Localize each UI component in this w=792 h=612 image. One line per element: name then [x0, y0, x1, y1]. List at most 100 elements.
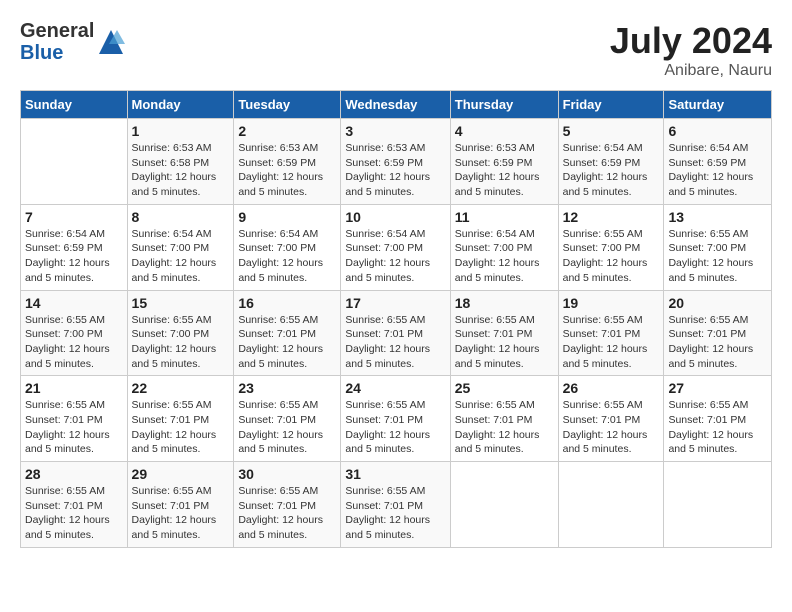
day-number: 26 — [563, 380, 660, 396]
day-info: Sunrise: 6:55 AM Sunset: 7:01 PM Dayligh… — [132, 484, 230, 543]
day-number: 19 — [563, 295, 660, 311]
calendar-cell — [21, 119, 128, 205]
month-year-title: July 2024 — [610, 20, 772, 62]
day-info: Sunrise: 6:55 AM Sunset: 7:01 PM Dayligh… — [668, 398, 767, 457]
column-header-saturday: Saturday — [664, 91, 772, 119]
calendar-cell: 25 Sunrise: 6:55 AM Sunset: 7:01 PM Dayli… — [450, 376, 558, 462]
day-info: Sunrise: 6:55 AM Sunset: 7:01 PM Dayligh… — [563, 313, 660, 372]
calendar-cell: 28 Sunrise: 6:55 AM Sunset: 7:01 PM Dayli… — [21, 462, 128, 548]
calendar-cell: 22Sunrise: 6:55 AM Sunset: 7:01 PM Dayli… — [127, 376, 234, 462]
calendar-cell: 27 Sunrise: 6:55 AM Sunset: 7:01 PM Dayli… — [664, 376, 772, 462]
calendar-table: SundayMondayTuesdayWednesdayThursdayFrid… — [20, 90, 772, 548]
day-number: 17 — [345, 295, 445, 311]
day-info: Sunrise: 6:53 AM Sunset: 6:58 PM Dayligh… — [132, 141, 230, 200]
day-number: 15 — [132, 295, 230, 311]
day-info: Sunrise: 6:54 AM Sunset: 7:00 PM Dayligh… — [132, 227, 230, 286]
calendar-cell — [558, 462, 664, 548]
calendar-cell: 29 Sunrise: 6:55 AM Sunset: 7:01 PM Dayli… — [127, 462, 234, 548]
day-info: Sunrise: 6:55 AM Sunset: 7:01 PM Dayligh… — [238, 484, 336, 543]
day-number: 28 — [25, 466, 123, 482]
day-number: 12 — [563, 209, 660, 225]
title-block: July 2024 Anibare, Nauru — [610, 20, 772, 80]
day-number: 25 — [455, 380, 554, 396]
day-info: Sunrise: 6:54 AM Sunset: 7:00 PM Dayligh… — [345, 227, 445, 286]
day-number: 16 — [238, 295, 336, 311]
calendar-cell: 23 Sunrise: 6:55 AM Sunset: 7:01 PM Dayli… — [234, 376, 341, 462]
calendar-cell: 1Sunrise: 6:53 AM Sunset: 6:58 PM Daylig… — [127, 119, 234, 205]
day-info: Sunrise: 6:55 AM Sunset: 7:01 PM Dayligh… — [132, 398, 230, 457]
day-number: 21 — [25, 380, 123, 396]
day-info: Sunrise: 6:55 AM Sunset: 7:01 PM Dayligh… — [345, 484, 445, 543]
calendar-cell: 24Sunrise: 6:55 AM Sunset: 7:01 PM Dayli… — [341, 376, 450, 462]
calendar-week-row: 28 Sunrise: 6:55 AM Sunset: 7:01 PM Dayli… — [21, 462, 772, 548]
calendar-cell: 12 Sunrise: 6:55 AM Sunset: 7:00 PM Dayli… — [558, 204, 664, 290]
calendar-cell: 3Sunrise: 6:53 AM Sunset: 6:59 PM Daylig… — [341, 119, 450, 205]
calendar-cell: 8 Sunrise: 6:54 AM Sunset: 7:00 PM Daylig… — [127, 204, 234, 290]
day-number: 31 — [345, 466, 445, 482]
calendar-cell: 9 Sunrise: 6:54 AM Sunset: 7:00 PM Daylig… — [234, 204, 341, 290]
day-number: 6 — [668, 123, 767, 139]
calendar-cell — [664, 462, 772, 548]
day-number: 18 — [455, 295, 554, 311]
calendar-cell: 30 Sunrise: 6:55 AM Sunset: 7:01 PM Dayli… — [234, 462, 341, 548]
day-number: 20 — [668, 295, 767, 311]
column-header-friday: Friday — [558, 91, 664, 119]
day-number: 4 — [455, 123, 554, 139]
day-number: 30 — [238, 466, 336, 482]
day-number: 8 — [132, 209, 230, 225]
column-header-tuesday: Tuesday — [234, 91, 341, 119]
day-info: Sunrise: 6:55 AM Sunset: 7:00 PM Dayligh… — [25, 313, 123, 372]
day-info: Sunrise: 6:54 AM Sunset: 6:59 PM Dayligh… — [563, 141, 660, 200]
day-number: 14 — [25, 295, 123, 311]
calendar-cell: 5 Sunrise: 6:54 AM Sunset: 6:59 PM Daylig… — [558, 119, 664, 205]
logo-icon — [97, 28, 125, 56]
day-number: 5 — [563, 123, 660, 139]
page-header: General Blue July 2024 Anibare, Nauru — [20, 20, 772, 80]
day-number: 10 — [345, 209, 445, 225]
calendar-cell: 7 Sunrise: 6:54 AM Sunset: 6:59 PM Daylig… — [21, 204, 128, 290]
day-info: Sunrise: 6:55 AM Sunset: 7:01 PM Dayligh… — [25, 484, 123, 543]
day-number: 23 — [238, 380, 336, 396]
column-header-sunday: Sunday — [21, 91, 128, 119]
day-info: Sunrise: 6:55 AM Sunset: 7:01 PM Dayligh… — [238, 398, 336, 457]
calendar-header-row: SundayMondayTuesdayWednesdayThursdayFrid… — [21, 91, 772, 119]
day-info: Sunrise: 6:54 AM Sunset: 6:59 PM Dayligh… — [668, 141, 767, 200]
calendar-cell: 21 Sunrise: 6:55 AM Sunset: 7:01 PM Dayli… — [21, 376, 128, 462]
calendar-cell: 16Sunrise: 6:55 AM Sunset: 7:01 PM Dayli… — [234, 290, 341, 376]
day-number: 3 — [345, 123, 445, 139]
calendar-cell: 4 Sunrise: 6:53 AM Sunset: 6:59 PM Daylig… — [450, 119, 558, 205]
calendar-week-row: 1Sunrise: 6:53 AM Sunset: 6:58 PM Daylig… — [21, 119, 772, 205]
column-header-monday: Monday — [127, 91, 234, 119]
day-info: Sunrise: 6:53 AM Sunset: 6:59 PM Dayligh… — [455, 141, 554, 200]
day-info: Sunrise: 6:55 AM Sunset: 7:00 PM Dayligh… — [132, 313, 230, 372]
day-number: 24 — [345, 380, 445, 396]
day-info: Sunrise: 6:55 AM Sunset: 7:01 PM Dayligh… — [25, 398, 123, 457]
calendar-cell: 19 Sunrise: 6:55 AM Sunset: 7:01 PM Dayli… — [558, 290, 664, 376]
logo-blue-text: Blue — [20, 42, 94, 64]
calendar-week-row: 21 Sunrise: 6:55 AM Sunset: 7:01 PM Dayli… — [21, 376, 772, 462]
day-info: Sunrise: 6:55 AM Sunset: 7:01 PM Dayligh… — [455, 313, 554, 372]
column-header-thursday: Thursday — [450, 91, 558, 119]
calendar-cell: 11Sunrise: 6:54 AM Sunset: 7:00 PM Dayli… — [450, 204, 558, 290]
day-number: 2 — [238, 123, 336, 139]
day-info: Sunrise: 6:53 AM Sunset: 6:59 PM Dayligh… — [238, 141, 336, 200]
calendar-week-row: 14 Sunrise: 6:55 AM Sunset: 7:00 PM Dayli… — [21, 290, 772, 376]
day-number: 29 — [132, 466, 230, 482]
calendar-cell: 26 Sunrise: 6:55 AM Sunset: 7:01 PM Dayli… — [558, 376, 664, 462]
calendar-cell: 18 Sunrise: 6:55 AM Sunset: 7:01 PM Dayli… — [450, 290, 558, 376]
calendar-cell: 13Sunrise: 6:55 AM Sunset: 7:00 PM Dayli… — [664, 204, 772, 290]
day-number: 7 — [25, 209, 123, 225]
calendar-cell: 17Sunrise: 6:55 AM Sunset: 7:01 PM Dayli… — [341, 290, 450, 376]
day-info: Sunrise: 6:55 AM Sunset: 7:01 PM Dayligh… — [668, 313, 767, 372]
day-number: 27 — [668, 380, 767, 396]
day-info: Sunrise: 6:54 AM Sunset: 7:00 PM Dayligh… — [238, 227, 336, 286]
day-info: Sunrise: 6:54 AM Sunset: 6:59 PM Dayligh… — [25, 227, 123, 286]
day-number: 9 — [238, 209, 336, 225]
calendar-cell: 31 Sunrise: 6:55 AM Sunset: 7:01 PM Dayli… — [341, 462, 450, 548]
calendar-cell — [450, 462, 558, 548]
column-header-wednesday: Wednesday — [341, 91, 450, 119]
day-info: Sunrise: 6:55 AM Sunset: 7:01 PM Dayligh… — [455, 398, 554, 457]
location-subtitle: Anibare, Nauru — [610, 62, 772, 80]
day-info: Sunrise: 6:55 AM Sunset: 7:01 PM Dayligh… — [563, 398, 660, 457]
day-info: Sunrise: 6:55 AM Sunset: 7:00 PM Dayligh… — [563, 227, 660, 286]
